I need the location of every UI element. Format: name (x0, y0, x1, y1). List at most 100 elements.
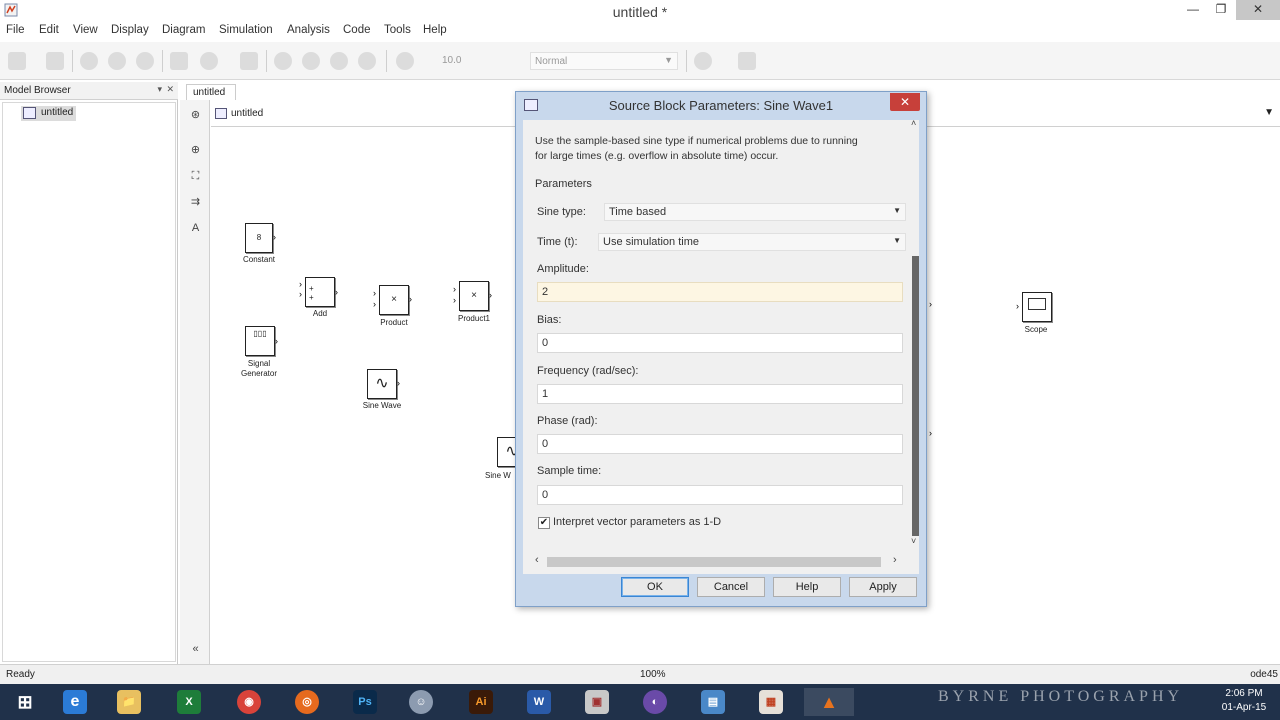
dialog-close-button[interactable]: ✕ (890, 93, 920, 111)
settings-icon[interactable] (200, 52, 218, 70)
windows-icon: ⊞ (17, 692, 33, 712)
library-browser-icon[interactable] (170, 52, 188, 70)
save-icon[interactable] (46, 52, 64, 70)
scope-screen-icon (1028, 298, 1046, 310)
breadcrumb-path[interactable]: untitled (231, 108, 263, 119)
hide-browser-icon[interactable]: ⊛ (188, 108, 203, 122)
phase-input[interactable]: 0 (537, 434, 903, 454)
run-icon[interactable] (302, 52, 320, 70)
minimize-button[interactable]: — (1180, 0, 1206, 20)
menu-help[interactable]: Help (423, 24, 447, 36)
taskbar-explorer[interactable]: 📁 (104, 688, 154, 716)
step-forward-icon[interactable] (330, 52, 348, 70)
step-back-icon[interactable] (274, 52, 292, 70)
close-icon[interactable]: ✕ (166, 84, 174, 95)
taskbar-photoshop[interactable]: Ps (340, 688, 390, 716)
ok-button[interactable]: OK (621, 577, 689, 597)
taskbar-player[interactable]: ◐ (630, 688, 680, 716)
product-block[interactable]: × (379, 285, 409, 315)
simulation-mode-select[interactable]: Normal ▼ (530, 52, 678, 70)
taskbar-app[interactable]: ☺ (396, 688, 446, 716)
sine-wave-block[interactable]: ∿ (367, 369, 397, 399)
collapse-icon[interactable]: « (188, 642, 203, 656)
taskbar-chrome[interactable]: ◉ (224, 688, 274, 716)
menu-view[interactable]: View (73, 24, 98, 36)
fit-to-view-icon[interactable]: ⛶ (188, 169, 203, 183)
pin-icon[interactable]: ▾ (157, 84, 162, 95)
product1-block[interactable]: × (459, 281, 489, 311)
signal-generator-block[interactable]: ▯▯▯ (245, 326, 275, 356)
scrollbar-track[interactable] (547, 557, 881, 567)
chevron-right-icon[interactable]: › (893, 554, 897, 566)
menu-file[interactable]: File (6, 24, 25, 36)
stop-icon[interactable] (358, 52, 376, 70)
dialog-body: Use the sample-based sine type if numeri… (523, 120, 919, 574)
scope-block[interactable] (1022, 292, 1052, 322)
dialog-horizontal-scrollbar[interactable]: ‹ › (533, 554, 909, 568)
menu-edit[interactable]: Edit (39, 24, 59, 36)
scrollbar-thumb[interactable] (912, 256, 919, 536)
tab-untitled[interactable]: untitled (186, 84, 236, 100)
chevron-up-icon[interactable]: ˄ (911, 120, 916, 128)
model-explorer-icon[interactable] (240, 52, 258, 70)
taskbar-network[interactable]: ▤ (688, 688, 738, 716)
phase-label: Phase (rad): (537, 415, 598, 427)
bias-input[interactable]: 0 (537, 333, 903, 353)
help-button[interactable]: Help (773, 577, 841, 597)
time-select[interactable]: Use simulation time ▼ (598, 233, 906, 251)
chevron-left-icon[interactable]: ‹ (535, 554, 539, 566)
sine-type-label: Sine type: (537, 206, 586, 218)
menu-code[interactable]: Code (343, 24, 371, 36)
chevron-down-icon: ▼ (893, 236, 901, 245)
product-label: Product (380, 318, 408, 327)
cancel-button[interactable]: Cancel (697, 577, 765, 597)
toolbar-separator (162, 50, 163, 72)
up-icon[interactable] (136, 52, 154, 70)
constant-block[interactable]: 8 (245, 223, 273, 253)
annotation-icon[interactable]: A (188, 221, 203, 235)
sine-type-select[interactable]: Time based ▼ (604, 203, 906, 221)
chevron-down-icon[interactable]: ▼ (1264, 107, 1274, 118)
back-icon[interactable] (80, 52, 98, 70)
amplitude-input[interactable]: 2 (537, 282, 903, 302)
tree-item-untitled[interactable]: untitled (21, 106, 77, 121)
menu-simulation[interactable]: Simulation (219, 24, 273, 36)
dialog-title-bar[interactable]: Source Block Parameters: Sine Wave1 ✕ (516, 92, 926, 118)
taskbar-illustrator[interactable]: Ai (456, 688, 506, 716)
start-button[interactable]: ⊞ (0, 688, 50, 716)
menu-diagram[interactable]: Diagram (162, 24, 205, 36)
stop-time-input[interactable]: 10.0 (438, 52, 514, 70)
new-model-icon[interactable] (8, 52, 26, 70)
advisor-icon[interactable] (694, 52, 712, 70)
sample-time-input[interactable]: 0 (537, 485, 903, 505)
taskbar-matlab[interactable]: ▲ (804, 688, 854, 716)
build-icon[interactable] (738, 52, 756, 70)
frequency-label: Frequency (rad/sec): (537, 365, 639, 377)
menu-display[interactable]: Display (111, 24, 149, 36)
input-port-icon: › (453, 284, 456, 294)
taskbar-office[interactable]: ▦ (746, 688, 796, 716)
add-block[interactable]: + + (305, 277, 335, 307)
taskbar-excel[interactable]: X (164, 688, 214, 716)
taskbar-firefox[interactable]: ◎ (282, 688, 332, 716)
zoom-icon[interactable]: ⊕ (188, 143, 203, 157)
output-port-icon: › (929, 299, 932, 309)
clock[interactable]: 2:06 PM 01-Apr-15 (1214, 687, 1274, 715)
chevron-down-icon: ▼ (664, 55, 673, 65)
dialog-vertical-scrollbar[interactable]: ˄ ˅ (911, 120, 919, 574)
maximize-button[interactable]: ❐ (1208, 0, 1234, 20)
menu-analysis[interactable]: Analysis (287, 24, 330, 36)
solver-name[interactable]: ode45 (1250, 669, 1278, 680)
arrow-right-icon[interactable]: ⇉ (188, 195, 203, 209)
record-icon[interactable] (396, 52, 414, 70)
frequency-input[interactable]: 1 (537, 384, 903, 404)
forward-icon[interactable] (108, 52, 126, 70)
taskbar-ie[interactable]: e (50, 688, 100, 716)
interpret-vector-checkbox[interactable]: ✔ (538, 517, 550, 529)
apply-button[interactable]: Apply (849, 577, 917, 597)
taskbar-word[interactable]: W (514, 688, 564, 716)
chevron-down-icon[interactable]: ˅ (911, 536, 916, 546)
close-button[interactable]: ✕ (1236, 0, 1280, 20)
menu-tools[interactable]: Tools (384, 24, 411, 36)
taskbar-media[interactable]: ▣ (572, 688, 622, 716)
